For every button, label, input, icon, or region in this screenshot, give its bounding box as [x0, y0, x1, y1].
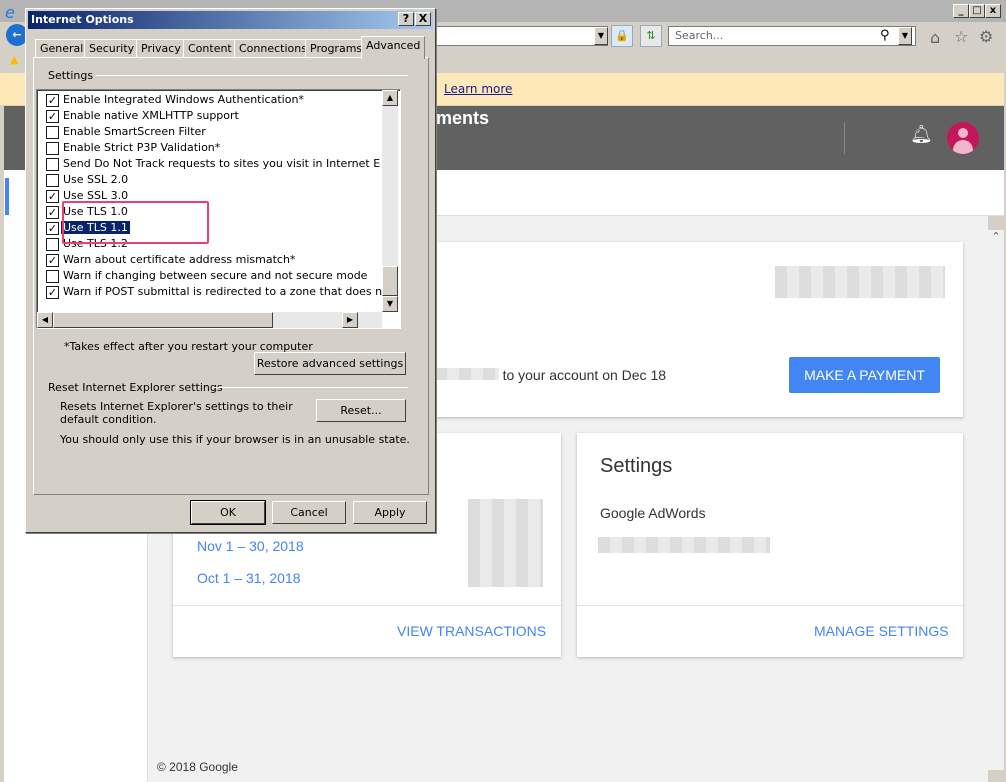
setting-label: Enable Strict P3P Validation*: [63, 141, 221, 154]
setting-label: Send Do Not Track requests to sites you …: [63, 157, 381, 170]
setting-label: Warn if changing between secure and not …: [63, 269, 368, 282]
reset-description: Resets Internet Explorer's settings to t…: [60, 400, 293, 426]
scroll-left-button[interactable]: ◀: [37, 312, 53, 328]
lock-icon[interactable]: 🔒: [611, 25, 633, 47]
close-button[interactable]: X: [415, 12, 431, 26]
gear-icon[interactable]: ⚙: [979, 27, 993, 46]
ie-logo-icon: e: [5, 3, 15, 22]
search-dropdown[interactable]: ▼: [898, 27, 912, 45]
ok-button[interactable]: OK: [190, 500, 266, 525]
adwords-logo-icon: ▲: [10, 53, 19, 66]
tls-highlight-box: [62, 201, 209, 244]
setting-item[interactable]: Send Do Not Track requests to sites you …: [46, 156, 381, 172]
divider: [844, 122, 845, 154]
setting-item[interactable]: Enable Strict P3P Validation*: [46, 140, 221, 156]
checkbox[interactable]: ✓: [46, 110, 59, 123]
payment-text-end: to your account on Dec 18: [502, 367, 667, 383]
make-payment-button[interactable]: MAKE A PAYMENT: [789, 357, 940, 393]
cancel-button[interactable]: Cancel: [272, 501, 346, 524]
setting-item[interactable]: ✓ Enable Integrated Windows Authenticatio…: [46, 92, 304, 108]
home-icon[interactable]: ⌂: [930, 28, 940, 47]
view-transactions-button[interactable]: VIEW TRANSACTIONS: [397, 623, 546, 639]
footer-copyright: © 2018 Google: [157, 760, 238, 774]
tab-general[interactable]: General: [35, 39, 89, 58]
setting-label: Enable Integrated Windows Authentication…: [63, 93, 304, 106]
reset-button[interactable]: Reset...: [316, 399, 406, 422]
search-input[interactable]: Search...: [668, 26, 916, 46]
checkbox[interactable]: ✓: [46, 286, 59, 299]
manage-settings-button[interactable]: MANAGE SETTINGS: [814, 623, 949, 639]
scroll-down-button[interactable]: ▼: [382, 296, 398, 312]
tab-content[interactable]: Content: [183, 39, 237, 58]
setting-item[interactable]: Enable SmartScreen Filter: [46, 124, 206, 140]
balance-redacted: [775, 266, 945, 298]
page-title: ments: [436, 108, 490, 128]
setting-item[interactable]: Use SSL 2.0: [46, 172, 129, 188]
refresh-icon[interactable]: ⇅: [640, 25, 662, 47]
scroll-up-button[interactable]: ▲: [382, 90, 398, 106]
account-name: Google AdWords: [600, 505, 706, 521]
checkbox[interactable]: ✓: [46, 222, 59, 235]
scroll-thumb[interactable]: [382, 266, 398, 296]
learn-more-link[interactable]: Learn more: [444, 82, 512, 96]
tab-advanced[interactable]: Advanced: [361, 36, 426, 59]
amounts-redacted: [468, 499, 543, 587]
period-link[interactable]: Oct 1 – 31, 2018: [197, 570, 301, 586]
restore-advanced-button[interactable]: Restore advanced settings: [254, 352, 406, 375]
address-dropdown[interactable]: ▼: [594, 27, 608, 45]
close-window-button[interactable]: x: [985, 4, 1001, 18]
page-scrollbar[interactable]: ⌃: [988, 230, 1004, 770]
dialog-title: Internet Options: [28, 11, 433, 29]
sidebar-active-indicator: [5, 178, 9, 215]
setting-item[interactable]: ✓ Warn about certificate address mismatch…: [46, 252, 296, 268]
settings-card: Settings Google AdWords MANAGE SETTINGS: [577, 433, 963, 657]
reset-warning: You should only use this if your browser…: [60, 433, 410, 446]
account-id-redacted: [598, 537, 770, 553]
settings-title: Settings: [600, 455, 673, 477]
tab-privacy[interactable]: Privacy: [136, 39, 186, 58]
help-button[interactable]: ?: [398, 12, 414, 26]
reset-group-label: Reset Internet Explorer settings: [48, 381, 223, 394]
checkbox[interactable]: ✓: [46, 254, 59, 267]
setting-label: Enable SmartScreen Filter: [63, 125, 206, 138]
checkbox[interactable]: [46, 238, 59, 251]
checkbox[interactable]: [46, 174, 59, 187]
checkbox[interactable]: ✓: [46, 190, 59, 203]
address-bar[interactable]: [425, 26, 608, 46]
period-link[interactable]: Nov 1 – 30, 2018: [197, 538, 304, 554]
bell-icon[interactable]: 🔔︎: [910, 124, 933, 145]
checkbox[interactable]: ✓: [46, 206, 59, 219]
tab-programs[interactable]: Programs: [305, 39, 368, 58]
setting-item[interactable]: Warn if changing between secure and not …: [46, 268, 368, 284]
setting-label: Warn about certificate address mismatch*: [63, 253, 296, 266]
maximize-button[interactable]: □: [969, 4, 985, 18]
checkbox[interactable]: ✓: [46, 94, 59, 107]
minimize-button[interactable]: _: [953, 4, 969, 18]
amount-redacted: [434, 368, 499, 380]
checkbox[interactable]: [46, 158, 59, 171]
avatar-icon[interactable]: [947, 122, 979, 154]
setting-item[interactable]: ✓ Warn if POST submittal is redirected to…: [46, 284, 383, 300]
hscroll-thumb[interactable]: [53, 312, 273, 328]
setting-label: Enable native XMLHTTP support: [63, 109, 239, 122]
checkbox[interactable]: [46, 142, 59, 155]
payment-text: d to your account on Dec 18: [423, 367, 666, 383]
settings-group-label: Settings: [48, 69, 94, 82]
scroll-right-button[interactable]: ▶: [342, 312, 358, 328]
setting-label: Use SSL 2.0: [63, 173, 129, 186]
star-icon[interactable]: ☆: [954, 27, 968, 46]
setting-item[interactable]: ✓ Enable native XMLHTTP support: [46, 108, 239, 124]
tab-security[interactable]: Security: [84, 39, 140, 58]
search-icon[interactable]: ⚲: [880, 28, 890, 43]
setting-label: Warn if POST submittal is redirected to …: [63, 285, 383, 298]
checkbox[interactable]: [46, 270, 59, 283]
tab-connections[interactable]: Connections: [234, 39, 312, 58]
checkbox[interactable]: [46, 126, 59, 139]
apply-button[interactable]: Apply: [353, 501, 427, 524]
